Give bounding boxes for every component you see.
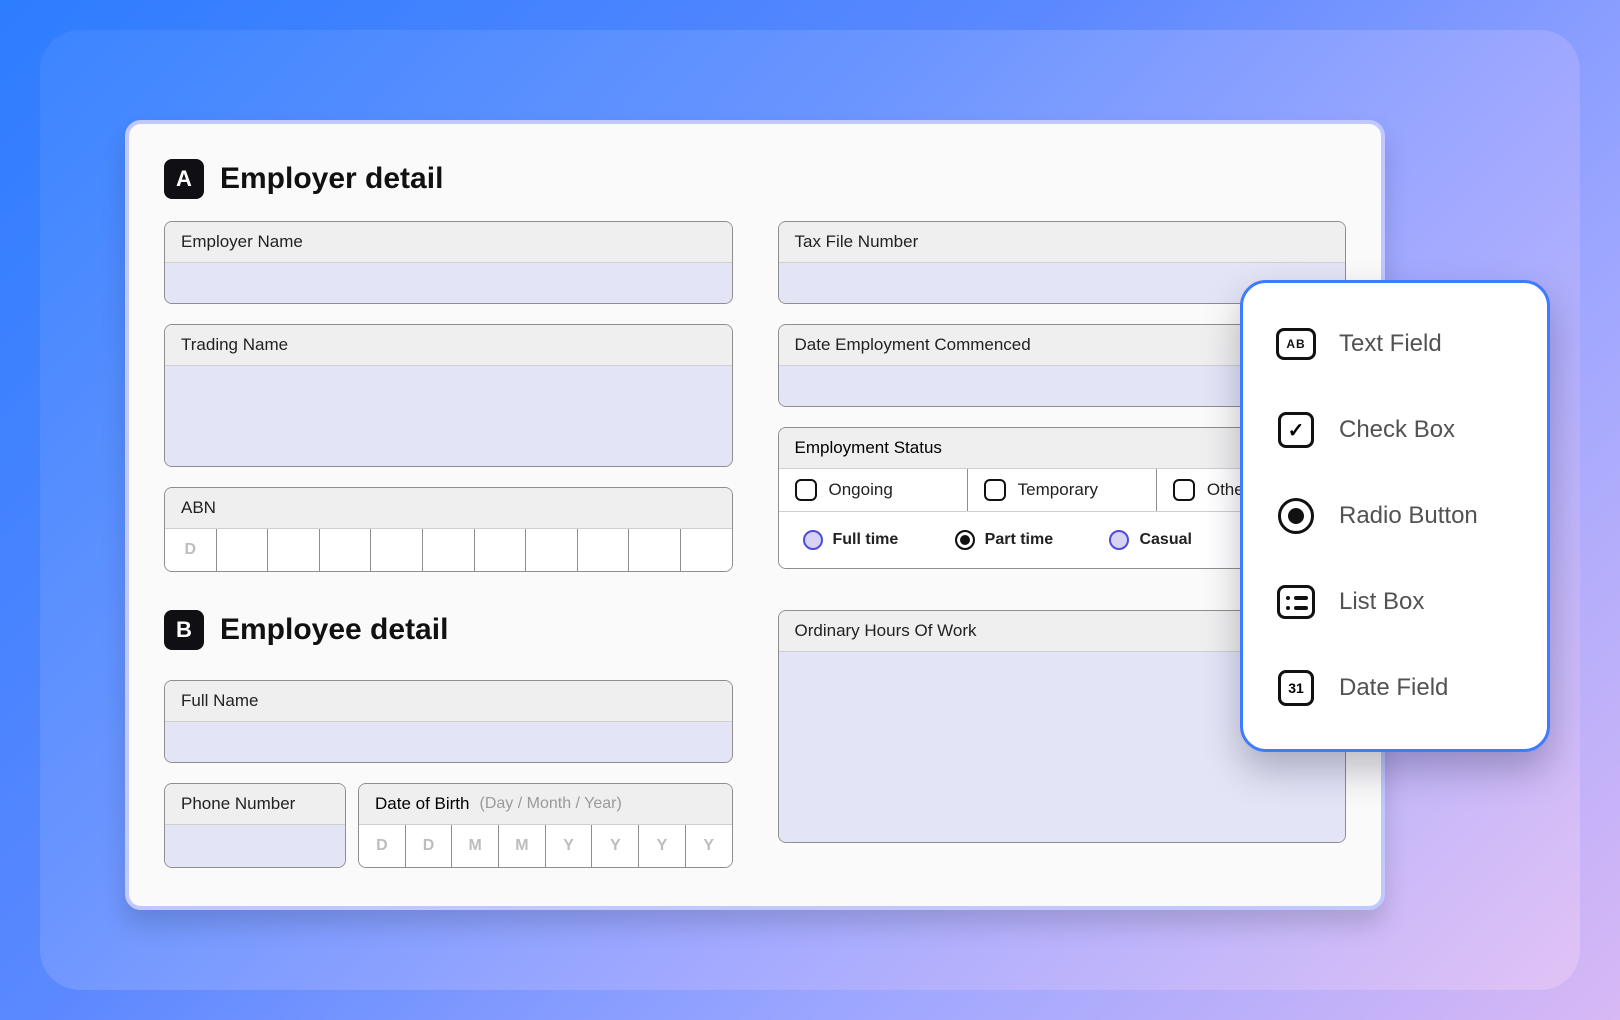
abn-cell[interactable] xyxy=(320,529,372,571)
abn-cell[interactable] xyxy=(217,529,269,571)
trading-name-label: Trading Name xyxy=(165,325,732,366)
section-a-badge: A xyxy=(164,159,204,199)
full-name-input[interactable] xyxy=(165,722,732,762)
full-name-field: Full Name xyxy=(164,680,733,763)
abn-cell[interactable] xyxy=(268,529,320,571)
section-b-header: B Employee detail xyxy=(164,610,733,650)
phone-field: Phone Number xyxy=(164,783,346,868)
radio-label: Part time xyxy=(985,531,1053,549)
text-field-icon: AB xyxy=(1275,323,1317,365)
full-name-label: Full Name xyxy=(165,681,732,722)
trading-name-field: Trading Name xyxy=(164,324,733,467)
abn-field: ABN D xyxy=(164,487,733,572)
checkbox-label: Temporary xyxy=(1018,480,1098,500)
dob-cell[interactable]: Y xyxy=(592,825,639,867)
field-type-menu: AB Text Field ✓ Check Box Radio Button L… xyxy=(1240,280,1550,752)
status-check-ongoing[interactable]: Ongoing xyxy=(779,469,968,511)
tfn-label: Tax File Number xyxy=(779,222,1346,263)
abn-cell[interactable] xyxy=(681,529,732,571)
abn-cell[interactable] xyxy=(423,529,475,571)
dob-cell[interactable]: M xyxy=(499,825,546,867)
radio-label: Full time xyxy=(833,531,899,549)
check-box-icon: ✓ xyxy=(1275,409,1317,451)
checkbox-icon xyxy=(1173,479,1195,501)
status-radio-fulltime[interactable]: Full time xyxy=(803,530,899,550)
employer-name-field: Employer Name xyxy=(164,221,733,304)
abn-cell[interactable] xyxy=(629,529,681,571)
status-check-temporary[interactable]: Temporary xyxy=(968,469,1157,511)
radio-icon xyxy=(803,530,823,550)
menu-label: Radio Button xyxy=(1339,502,1478,530)
abn-cell[interactable] xyxy=(371,529,423,571)
menu-item-check-box[interactable]: ✓ Check Box xyxy=(1267,393,1523,467)
abn-cell[interactable] xyxy=(526,529,578,571)
dob-cell[interactable]: Y xyxy=(639,825,686,867)
menu-item-list-box[interactable]: List Box xyxy=(1267,565,1523,639)
dob-cell[interactable]: M xyxy=(452,825,499,867)
dob-label: Date of Birth xyxy=(375,794,470,814)
checkbox-icon xyxy=(984,479,1006,501)
menu-label: Check Box xyxy=(1339,416,1455,444)
employer-name-input[interactable] xyxy=(165,263,732,303)
checkbox-icon xyxy=(795,479,817,501)
trading-name-input[interactable] xyxy=(165,366,732,466)
phone-label: Phone Number xyxy=(165,784,345,825)
abn-cell[interactable] xyxy=(578,529,630,571)
dob-field: Date of Birth (Day / Month / Year) D D M… xyxy=(358,783,733,868)
abn-cell[interactable]: D xyxy=(165,529,217,571)
abn-cell[interactable] xyxy=(475,529,527,571)
section-a-header: A Employer detail xyxy=(164,159,1346,199)
dob-cell[interactable]: Y xyxy=(686,825,732,867)
checkbox-label: Ongoing xyxy=(829,480,893,500)
radio-button-icon xyxy=(1275,495,1317,537)
phone-input[interactable] xyxy=(165,825,345,867)
radio-icon xyxy=(955,530,975,550)
dob-cell[interactable]: D xyxy=(359,825,406,867)
section-b-badge: B xyxy=(164,610,204,650)
date-field-icon: 31 xyxy=(1275,667,1317,709)
stage: A Employer detail Employer Name Trading … xyxy=(40,30,1580,990)
section-b-title: Employee detail xyxy=(220,613,448,647)
menu-label: Date Field xyxy=(1339,674,1448,702)
menu-item-radio-button[interactable]: Radio Button xyxy=(1267,479,1523,553)
form-card: A Employer detail Employer Name Trading … xyxy=(125,120,1385,910)
dob-grid[interactable]: D D M M Y Y Y Y xyxy=(359,825,732,867)
radio-label: Casual xyxy=(1139,531,1191,549)
menu-item-date-field[interactable]: 31 Date Field xyxy=(1267,651,1523,725)
dob-cell[interactable]: D xyxy=(406,825,453,867)
status-radio-parttime[interactable]: Part time xyxy=(955,530,1053,550)
menu-label: List Box xyxy=(1339,588,1424,616)
section-a-title: Employer detail xyxy=(220,162,443,196)
radio-icon xyxy=(1109,530,1129,550)
menu-label: Text Field xyxy=(1339,330,1442,358)
list-box-icon xyxy=(1275,581,1317,623)
abn-label: ABN xyxy=(165,488,732,529)
menu-item-text-field[interactable]: AB Text Field xyxy=(1267,307,1523,381)
dob-cell[interactable]: Y xyxy=(546,825,593,867)
abn-grid[interactable]: D xyxy=(165,529,732,571)
dob-hint: (Day / Month / Year) xyxy=(480,795,622,813)
employer-name-label: Employer Name xyxy=(165,222,732,263)
status-radio-casual[interactable]: Casual xyxy=(1109,530,1191,550)
